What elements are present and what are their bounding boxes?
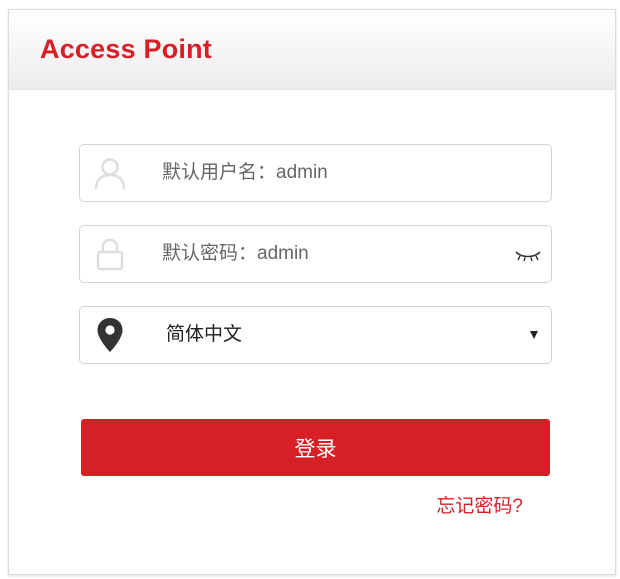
password-field[interactable] — [79, 225, 552, 283]
username-input[interactable] — [162, 145, 502, 201]
card-header: Access Point — [9, 10, 615, 90]
username-field[interactable] — [79, 144, 552, 202]
chevron-down-icon — [530, 331, 538, 339]
login-card: Access Point 默认用户名：admin 简体中文 登录 忘记密码? — [8, 9, 616, 575]
page-title: Access Point — [40, 34, 212, 64]
eye-closed-icon[interactable] — [513, 246, 543, 264]
location-pin-icon — [80, 307, 140, 363]
lock-icon — [80, 226, 140, 282]
login-button[interactable]: 登录 — [81, 419, 550, 476]
forgot-password-link[interactable]: 忘记密码? — [436, 491, 523, 518]
language-select[interactable]: 简体中文 — [79, 306, 552, 364]
user-icon — [80, 145, 140, 201]
language-selected-value: 简体中文 — [166, 324, 243, 345]
password-input[interactable] — [162, 226, 502, 282]
